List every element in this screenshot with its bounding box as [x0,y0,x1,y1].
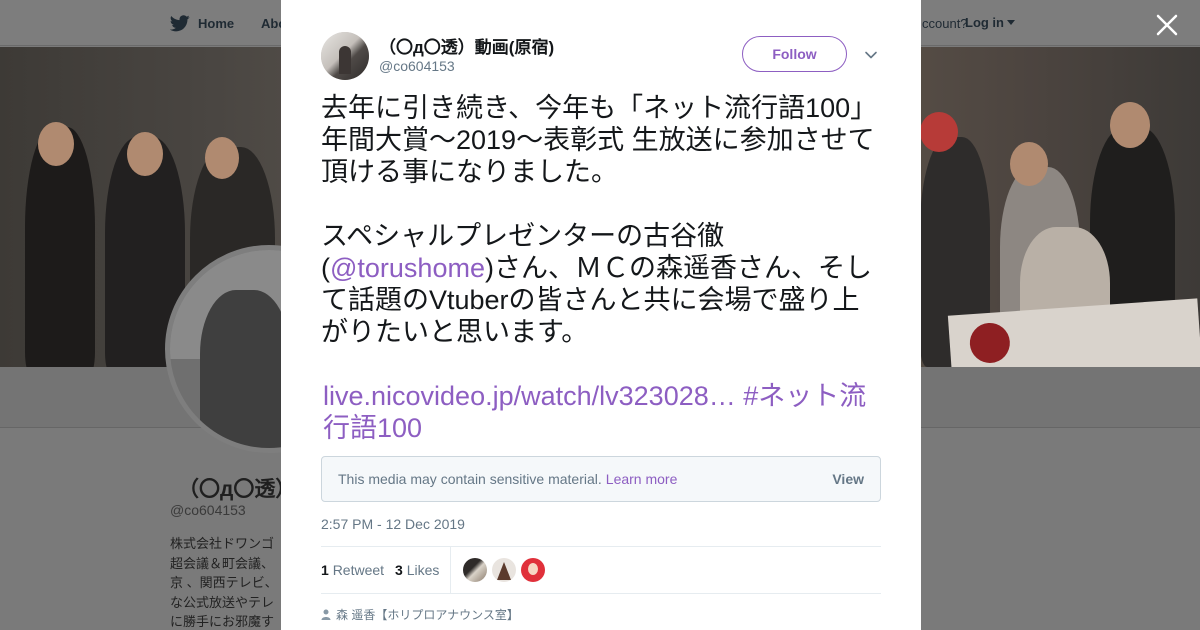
chevron-down-icon [1007,20,1015,25]
tweet-modal: （〇д〇透）動画(原宿) @co604153 Follow 去年に引き続き、今年… [281,0,921,630]
view-media-button[interactable]: View [832,471,864,487]
author-avatar[interactable] [321,32,369,80]
stats-divider [450,547,451,593]
likers-avatars [463,558,550,582]
tweet-paragraph-2: スペシャルプレゼンターの古谷徹(@torushome)さん、ＭＣの森遥香さん、そ… [321,220,881,348]
liker-avatar[interactable] [463,558,487,582]
more-options-button[interactable] [863,47,879,63]
mention-link[interactable]: @torushome [330,253,485,283]
nav-home-link[interactable]: Home [170,15,234,32]
liker-avatar[interactable] [521,558,545,582]
likes-label: Likes [406,562,440,578]
retweet-count[interactable]: 1 Retweet [321,562,384,578]
reply-context[interactable]: 森 遥香【ホリプロアナウンス室】 [321,606,519,623]
sensitive-message: This media may contain sensitive materia… [338,471,602,487]
author-handle[interactable]: @co604153 [379,58,455,74]
close-modal-button[interactable] [1150,8,1184,42]
tweet-text: 去年に引き続き、今年も「ネット流行語100」年間大賞～2019～表彰式 生放送に… [321,92,881,444]
retweet-number: 1 [321,562,329,578]
bio-line: に勝手にお邪魔す [170,614,275,629]
user-icon [321,609,331,620]
login-label: Log in [965,15,1004,30]
tweet-paragraph-1: 去年に引き続き、今年も「ネット流行語100」年間大賞～2019～表彰式 生放送に… [321,93,878,187]
login-dropdown[interactable]: Log in [965,15,1015,30]
profile-handle: @co604153 [170,502,246,518]
have-account-text: ccount? [922,16,968,31]
bio-line: 超会議＆町会議、 [170,555,275,571]
retweet-label: Retweet [332,562,385,578]
learn-more-link[interactable]: Learn more [606,471,678,487]
author-name[interactable]: （〇д〇透）動画(原宿) [379,33,554,58]
nav-home-label: Home [198,16,235,31]
reply-context-name: 森 遥香【ホリプロアナウンス室】 [336,608,519,622]
close-icon [1156,14,1178,36]
profile-name: （〇д〇透） [178,478,297,501]
url-link[interactable]: live.nicovideo.jp/watch/lv323028… [323,381,736,411]
bio-line: 株式会社ドワンゴ [170,536,275,551]
twitter-bird-icon [170,15,190,32]
bio-line: 京 、関西テレビ、 [170,575,278,590]
follow-button[interactable]: Follow [742,36,847,72]
chevron-down-icon [865,51,877,59]
bio-line: な公式放送やテレ [170,594,275,610]
tweet-links: live.nicovideo.jp/watch/lv323028… #ネット流行… [321,380,881,444]
likes-number: 3 [395,562,403,578]
tweet-stats: 1 Retweet 3 Likes [321,546,881,594]
liker-avatar[interactable] [492,558,516,582]
tweet-timestamp[interactable]: 2:57 PM - 12 Dec 2019 [321,516,465,532]
sensitive-media-warning: This media may contain sensitive materia… [321,456,881,502]
likes-count[interactable]: 3 Likes [395,562,439,578]
profile-bio: 株式会社ドワンゴ 超会議＆町会議、 京 、関西テレビ、 な公式放送やテレ に勝手… [170,534,280,630]
